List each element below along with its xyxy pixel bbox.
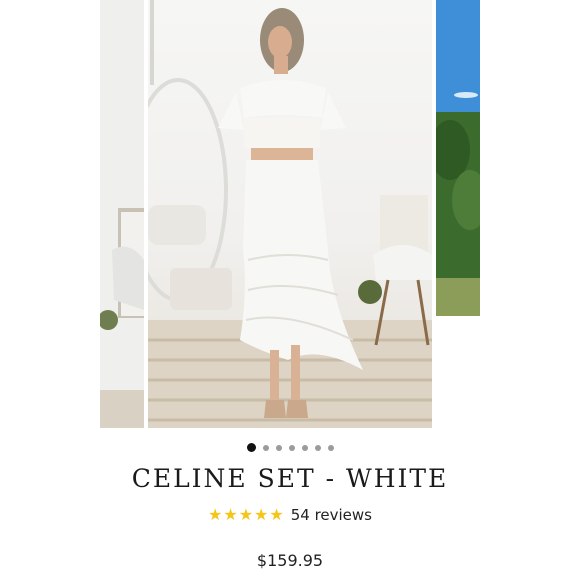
pagination-dot-3[interactable] (275, 444, 282, 451)
pagination-dot-2[interactable] (262, 444, 269, 451)
carousel-slide-previous[interactable] (100, 0, 144, 428)
next-slide-image (436, 0, 480, 316)
pagination-dot-7[interactable] (327, 444, 334, 451)
product-rating[interactable]: ★★★★★ 54 reviews (0, 505, 580, 524)
pagination-dot-6[interactable] (314, 444, 321, 451)
image-carousel[interactable] (0, 0, 580, 430)
pagination-dot-5[interactable] (301, 444, 308, 451)
product-title: CELINE SET - WHITE (131, 464, 449, 493)
product-price: $159.95 (256, 551, 324, 570)
carousel-slide-main[interactable] (148, 0, 432, 428)
reviews-link[interactable]: 54 reviews (291, 506, 372, 524)
previous-slide-image (100, 0, 144, 428)
carousel-slide-next[interactable] (436, 0, 480, 316)
carousel-fade-right (480, 0, 580, 430)
pagination-dot-4[interactable] (288, 444, 295, 451)
pagination-dot-1[interactable] (246, 443, 256, 452)
star-rating-icon: ★★★★★ (208, 505, 285, 524)
product-photo (148, 0, 432, 428)
carousel-fade-left (0, 0, 100, 430)
carousel-pagination (0, 443, 580, 452)
